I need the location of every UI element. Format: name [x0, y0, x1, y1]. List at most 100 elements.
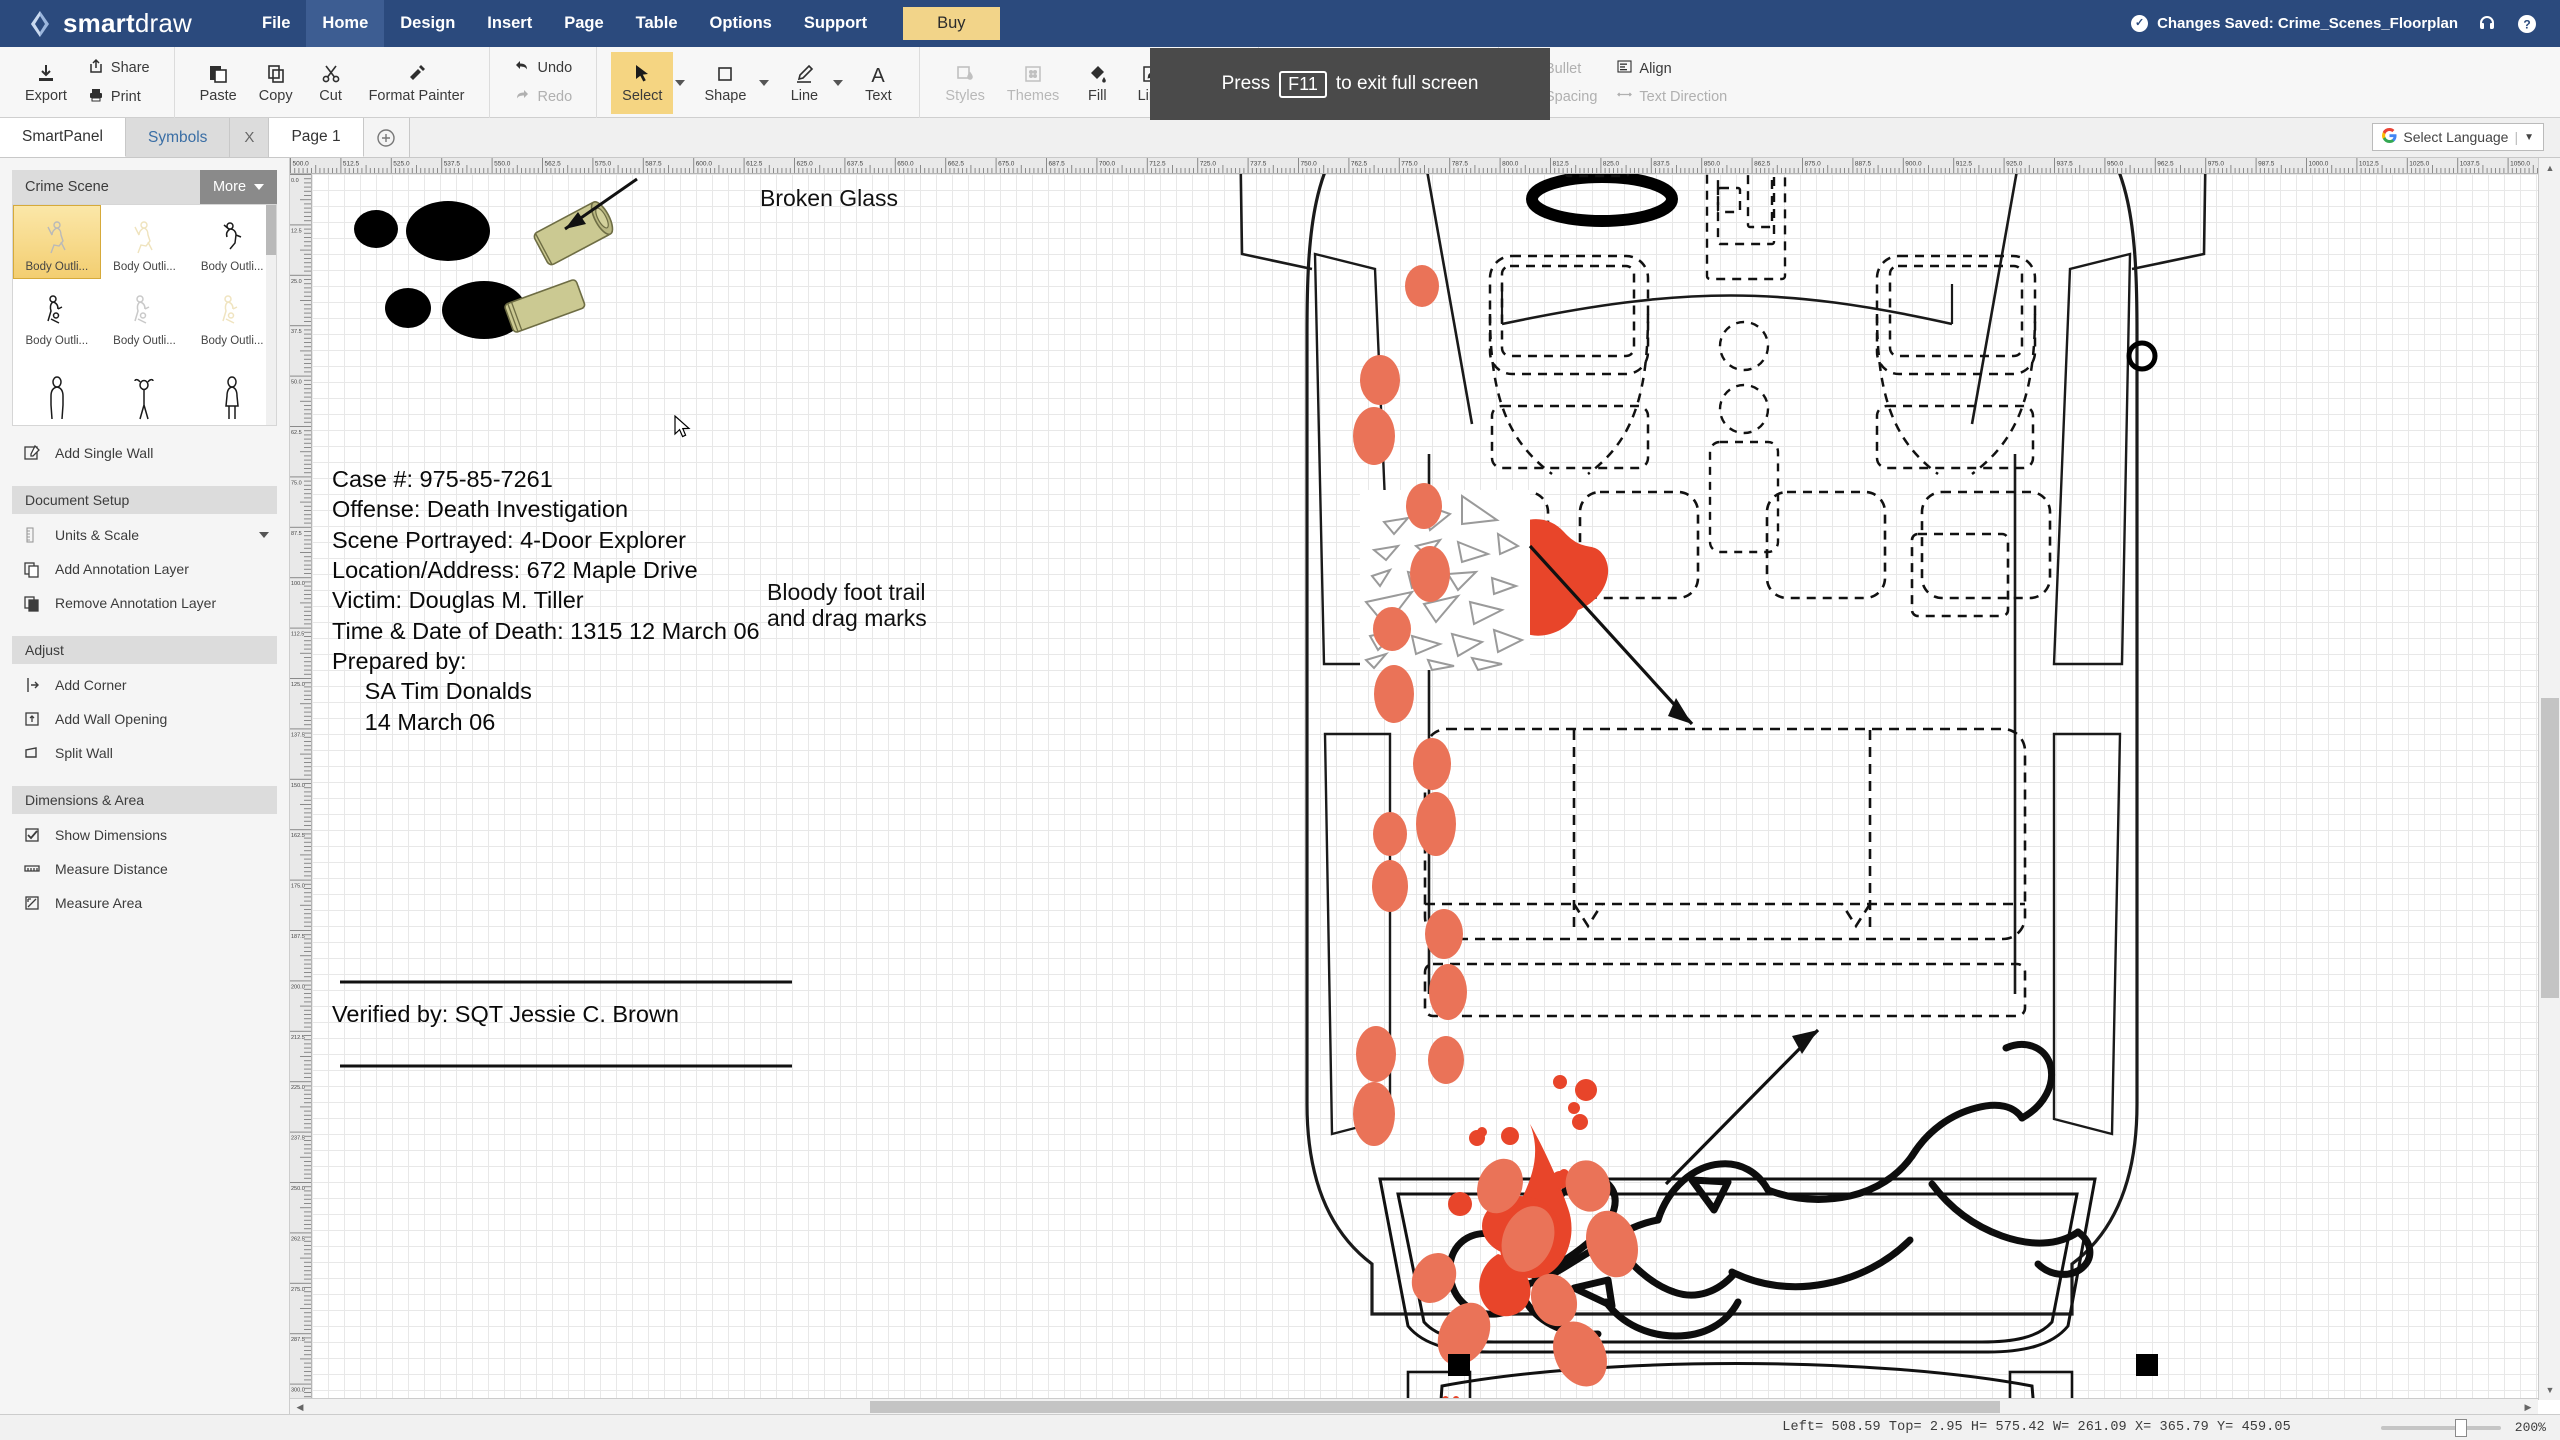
share-icon — [88, 58, 104, 78]
ruler-icon — [22, 525, 42, 545]
copy-button[interactable]: Copy — [248, 52, 304, 114]
scroll-up-arrow-icon[interactable]: ▲ — [2539, 160, 2560, 176]
zoom-slider[interactable] — [2380, 1415, 2501, 1440]
shape-tool-button[interactable]: Shape — [693, 52, 757, 114]
symbol-cell-7[interactable] — [101, 353, 189, 425]
add-page-button[interactable] — [363, 118, 410, 157]
menu-page[interactable]: Page — [548, 0, 619, 47]
svg-text:50.0: 50.0 — [291, 380, 302, 386]
annotation-bloody-foot-trail[interactable]: Bloody foot trail and drag marks — [767, 579, 927, 632]
measure-distance-item[interactable]: Measure Distance — [0, 852, 289, 886]
left-symbols-panel: Crime Scene More Body Outli... Body Outl… — [0, 158, 290, 1440]
canvas-vertical-scrollbar[interactable]: ▲ ▼ — [2538, 158, 2560, 1400]
help-icon[interactable]: ? — [2516, 13, 2538, 35]
language-caret-down-icon[interactable]: ▼ — [2524, 132, 2534, 143]
text-tool-button[interactable]: A Text — [851, 52, 905, 114]
more-categories-button[interactable]: More — [200, 170, 277, 204]
drawing-canvas[interactable]: Broken Glass Bloody foot trail and drag … — [312, 174, 2538, 1400]
svg-text:212.5: 212.5 — [291, 1035, 305, 1041]
add-wall-opening-item[interactable]: Add Wall Opening — [0, 702, 289, 736]
redo-button[interactable]: Redo — [514, 87, 572, 107]
horizontal-ruler[interactable]: 500.0 512.5 525.0 537.5 550.0 562.5 575.0 587.5… — [290, 158, 2538, 174]
symbol-cell-2[interactable]: Body Outli... — [188, 205, 276, 279]
vehicle-outline — [1239, 174, 2207, 1316]
show-dimensions-item[interactable]: Show Dimensions — [0, 818, 289, 852]
units-caret-down-icon[interactable] — [259, 532, 269, 538]
zoom-slider-track[interactable] — [2380, 1425, 2501, 1430]
menu-file[interactable]: File — [246, 0, 306, 47]
vertical-scroll-thumb[interactable] — [2541, 698, 2559, 998]
paste-icon — [207, 61, 229, 85]
scroll-right-arrow-icon[interactable]: ▶ — [2520, 1399, 2536, 1415]
themes-button[interactable]: Themes — [996, 52, 1070, 114]
export-button[interactable]: Export — [14, 52, 78, 114]
menu-design[interactable]: Design — [384, 0, 471, 47]
tab-page-1[interactable]: Page 1 — [269, 118, 364, 157]
symbol-cell-8[interactable] — [188, 353, 276, 425]
headset-icon[interactable] — [2476, 13, 2498, 35]
shape-dropdown-caret-icon[interactable] — [759, 79, 770, 86]
print-button[interactable]: Print — [88, 87, 150, 107]
paste-button[interactable]: Paste — [189, 52, 248, 114]
scroll-down-arrow-icon[interactable]: ▼ — [2539, 1382, 2560, 1398]
styles-button[interactable]: Styles — [934, 52, 996, 114]
cut-button[interactable]: Cut — [304, 52, 358, 114]
export-label: Export — [25, 88, 67, 104]
print-label: Print — [110, 89, 141, 105]
svg-text:975.0: 975.0 — [2208, 161, 2225, 168]
tab-smartpanel[interactable]: SmartPanel — [0, 118, 126, 157]
svg-text:150.0: 150.0 — [291, 783, 305, 789]
case-info-text-block[interactable]: Case #: 975-85-7261 Offense: Death Inves… — [332, 464, 760, 737]
body-outline-icon — [39, 289, 75, 335]
annotation-broken-glass[interactable]: Broken Glass — [760, 185, 898, 212]
menu-table[interactable]: Table — [620, 0, 694, 47]
symbol-cell-5[interactable]: Body Outli... — [188, 279, 276, 353]
share-button[interactable]: Share — [88, 58, 150, 78]
horizontal-scroll-thumb[interactable] — [870, 1401, 2000, 1413]
zoom-slider-knob[interactable] — [2454, 1418, 2467, 1437]
svg-text:837.5: 837.5 — [1653, 161, 1670, 168]
close-panel-icon[interactable]: X — [230, 118, 270, 157]
select-dropdown-caret-icon[interactable] — [675, 79, 686, 86]
symbol-cell-0[interactable]: Body Outli... — [13, 205, 101, 279]
svg-text:862.5: 862.5 — [1754, 161, 1771, 168]
symbol-cell-3[interactable]: Body Outli... — [13, 279, 101, 353]
canvas-horizontal-scrollbar[interactable]: ◀ ▶ — [290, 1398, 2538, 1414]
add-corner-item[interactable]: Add Corner — [0, 668, 289, 702]
measure-area-item[interactable]: Measure Area — [0, 886, 289, 920]
line-dropdown-caret-icon[interactable] — [833, 79, 844, 86]
check-circle-icon: ✓ — [2131, 15, 2149, 32]
verified-by-text[interactable]: Verified by: SQT Jessie C. Brown — [332, 999, 679, 1029]
menu-insert[interactable]: Insert — [471, 0, 548, 47]
fill-button[interactable]: Fill — [1070, 52, 1124, 114]
symbol-caption-1: Body Outli... — [113, 261, 176, 273]
menu-options[interactable]: Options — [694, 0, 788, 47]
align-button[interactable]: Align — [1617, 59, 1727, 78]
menu-support[interactable]: Support — [788, 0, 883, 47]
tab-symbols[interactable]: Symbols — [125, 118, 231, 157]
add-single-wall-item[interactable]: Add Single Wall — [0, 436, 289, 470]
svg-text:775.0: 775.0 — [1401, 161, 1418, 168]
text-direction-button[interactable]: Text Direction — [1617, 87, 1727, 106]
undo-button[interactable]: Undo — [514, 58, 572, 78]
format-painter-button[interactable]: Format Painter — [358, 52, 476, 114]
smartdraw-logo[interactable]: smartdraw — [26, 8, 192, 39]
symbol-grid-scroll-thumb[interactable] — [266, 205, 276, 255]
symbol-grid-scrollbar[interactable] — [266, 205, 276, 425]
symbol-cell-1[interactable]: Body Outli... — [101, 205, 189, 279]
line-tool-button[interactable]: Line — [777, 52, 831, 114]
select-tool-button[interactable]: Select — [611, 51, 674, 114]
units-and-scale-item[interactable]: Units & Scale — [0, 518, 289, 552]
select-language-dropdown[interactable]: Select Language | ▼ — [2372, 123, 2544, 151]
menu-home[interactable]: Home — [306, 0, 385, 47]
cursor-arrow-icon — [631, 61, 653, 85]
scroll-left-arrow-icon[interactable]: ◀ — [292, 1399, 308, 1415]
split-wall-item[interactable]: Split Wall — [0, 736, 289, 770]
symbol-cell-6[interactable] — [13, 353, 101, 425]
symbol-cell-4[interactable]: Body Outli... — [101, 279, 189, 353]
add-annotation-layer-item[interactable]: Add Annotation Layer — [0, 552, 289, 586]
vertical-ruler[interactable]: 0.0 12.5 25.0 37.5 50.0 62.5 75.0 87.5 100.0 112.… — [290, 174, 312, 1400]
svg-text:200.0: 200.0 — [291, 984, 305, 990]
remove-annotation-layer-item[interactable]: Remove Annotation Layer — [0, 586, 289, 620]
buy-button[interactable]: Buy — [903, 7, 1000, 40]
